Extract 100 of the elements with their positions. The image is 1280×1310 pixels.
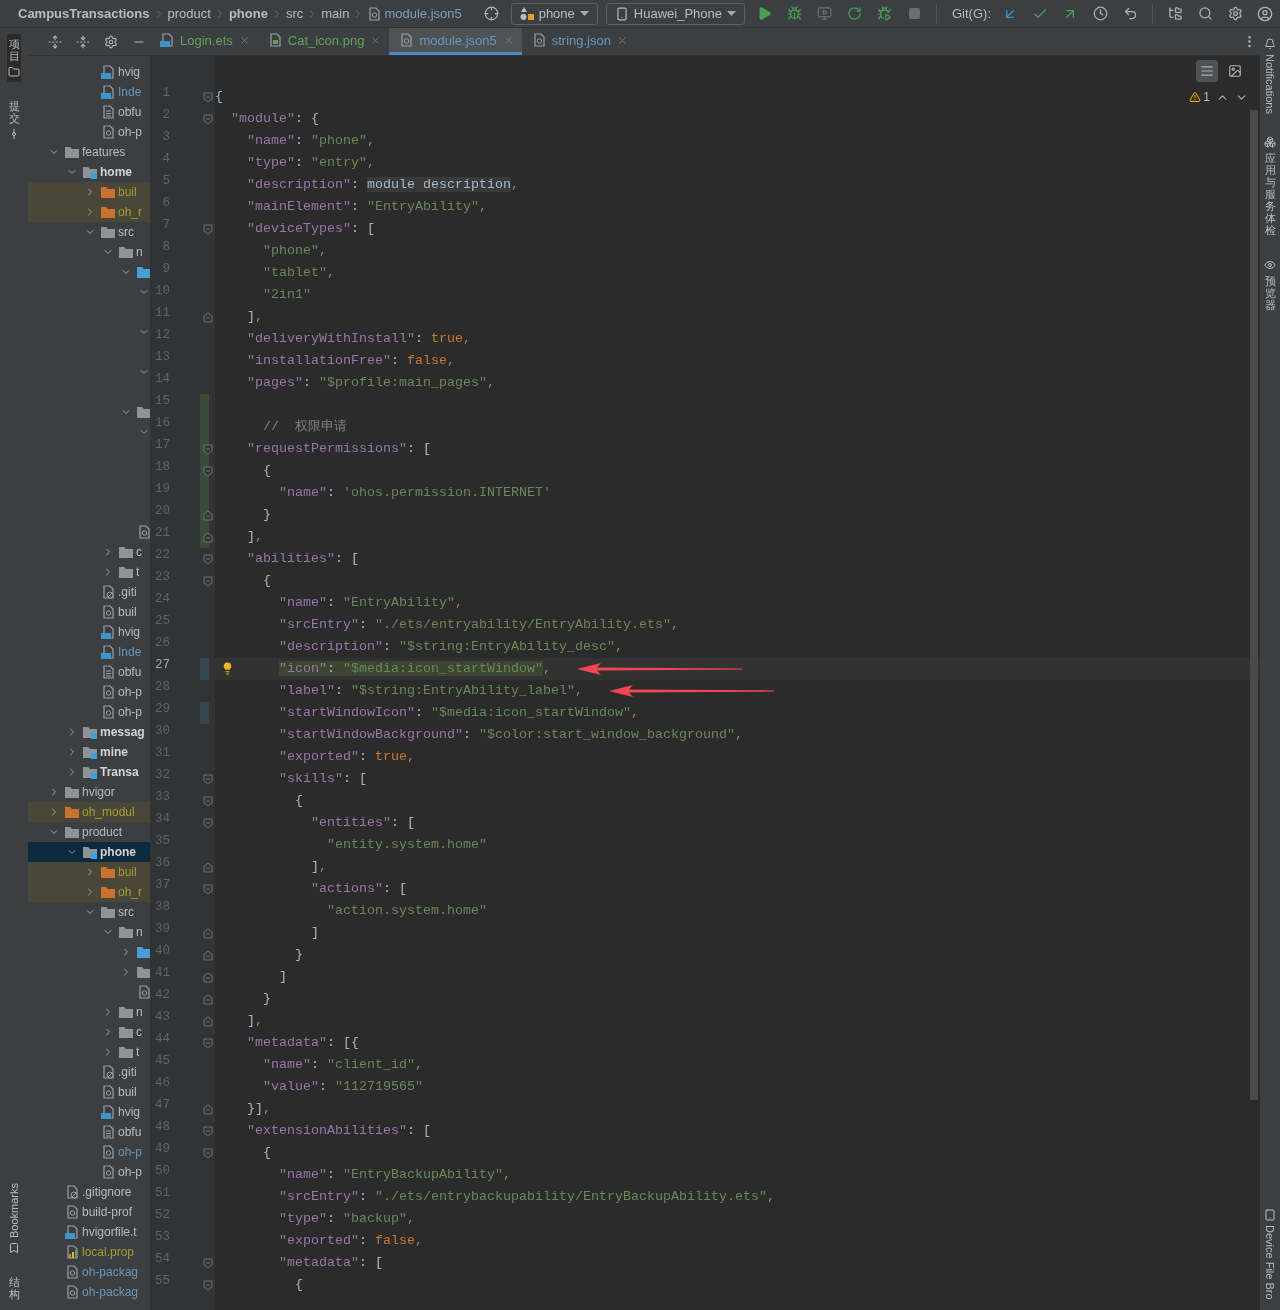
reader-mode-icon[interactable]	[1196, 60, 1218, 82]
tree-item[interactable]: t	[28, 562, 150, 582]
breadcrumb-item[interactable]: product	[167, 6, 211, 21]
fold-icon[interactable]	[203, 818, 213, 829]
tree-item[interactable]: oh-p	[28, 682, 150, 702]
tree-item[interactable]: hvigorfile.t	[28, 1222, 150, 1242]
tree-item[interactable]: c	[28, 542, 150, 562]
fold-icon[interactable]	[203, 796, 213, 807]
tree-item[interactable]: hvig	[28, 622, 150, 642]
tree-item[interactable]: hvigor	[28, 782, 150, 802]
tree-item[interactable]: buil	[28, 182, 150, 202]
fold-icon[interactable]	[203, 1126, 213, 1137]
fold-icon[interactable]	[203, 862, 213, 873]
close-icon[interactable]	[370, 34, 382, 46]
tree-item[interactable]: home	[28, 162, 150, 182]
close-icon[interactable]	[616, 34, 628, 46]
tool-window-button[interactable]: 应用与服务体检	[1263, 131, 1277, 241]
tree-item[interactable]: oh_r	[28, 202, 150, 222]
tool-window-button[interactable]: 提交	[7, 96, 21, 145]
tool-window-button[interactable]: Bookmarks	[7, 1178, 21, 1258]
tree-item[interactable]: hvig	[28, 1102, 150, 1122]
breadcrumb-item[interactable]: phone	[228, 6, 268, 21]
device-dropdown[interactable]: Huawei_Phone	[605, 2, 745, 25]
breadcrumb-item[interactable]: module.json5	[384, 6, 462, 21]
fold-icon[interactable]	[203, 1038, 213, 1049]
tree-item[interactable]: build-prof	[28, 1202, 150, 1222]
tree-item[interactable]: .giti	[28, 582, 150, 602]
fold-icon[interactable]	[203, 972, 213, 983]
tree-item[interactable]: Transa	[28, 762, 150, 782]
fold-icon[interactable]	[203, 994, 213, 1005]
config-dropdown[interactable]: phone	[510, 2, 598, 25]
tree-item[interactable]: buil	[28, 862, 150, 882]
tree-item[interactable]: oh_modul	[28, 802, 150, 822]
fold-icon[interactable]	[203, 928, 213, 939]
tree-item[interactable]: Inde	[28, 82, 150, 102]
scrollbar-thumb[interactable]	[1250, 110, 1258, 1100]
tool-window-button[interactable]: Device File Bro	[1263, 1205, 1277, 1304]
tree-item[interactable]: Inde	[28, 642, 150, 662]
close-icon[interactable]	[238, 34, 250, 46]
tree-item[interactable]: oh-p	[28, 1142, 150, 1162]
tree-item[interactable]: oh-packag	[28, 1282, 150, 1302]
fold-icon[interactable]	[203, 774, 213, 785]
lightbulb-icon[interactable]	[221, 662, 234, 675]
tree-item[interactable]: obfu	[28, 662, 150, 682]
editor-tab[interactable]: Login.ets	[150, 28, 258, 55]
tree-item[interactable]: oh-p	[28, 1162, 150, 1182]
fold-icon[interactable]	[203, 1280, 213, 1291]
fold-icon[interactable]	[203, 1258, 213, 1269]
tool-window-button[interactable]: 预览器	[1263, 254, 1277, 315]
fold-icon[interactable]	[203, 114, 213, 125]
tree-item[interactable]: local.prop	[28, 1242, 150, 1262]
editor-tab[interactable]: string.json	[521, 28, 636, 55]
breadcrumb-item[interactable]: src	[285, 6, 304, 21]
tree-item[interactable]: hvig	[28, 62, 150, 82]
config-file-icon	[101, 1145, 115, 1159]
fold-icon[interactable]	[203, 576, 213, 587]
tree-item[interactable]: src	[28, 222, 150, 242]
tool-window-button[interactable]: 结构	[7, 1271, 21, 1304]
warning-count[interactable]: 1	[1189, 90, 1210, 104]
fold-icon[interactable]	[203, 884, 213, 895]
fold-icon[interactable]	[203, 1016, 213, 1027]
fold-icon[interactable]	[203, 1148, 213, 1159]
fold-icon[interactable]	[203, 312, 213, 323]
tree-item[interactable]: product	[28, 822, 150, 842]
tool-window-button[interactable]: 项目	[7, 34, 21, 83]
tree-item[interactable]: .gitignore	[28, 1182, 150, 1202]
tree-item[interactable]: mine	[28, 742, 150, 762]
editor-tab[interactable]: Cat_icon.png	[257, 28, 390, 55]
fold-icon[interactable]	[203, 224, 213, 235]
tree-item[interactable]: t	[28, 1042, 150, 1062]
tree-item[interactable]: features	[28, 142, 150, 162]
tree-item[interactable]: obfu	[28, 102, 150, 122]
tree-item[interactable]: n	[28, 922, 150, 942]
code-line: {	[294, 1276, 303, 1294]
fold-icon[interactable]	[203, 92, 213, 103]
tree-item[interactable]: oh-p	[28, 702, 150, 722]
tree-item[interactable]: .giti	[28, 1062, 150, 1082]
fold-icon[interactable]	[203, 532, 213, 543]
tree-item[interactable]: c	[28, 1022, 150, 1042]
tree-item[interactable]: oh-p	[28, 122, 150, 142]
fold-icon[interactable]	[203, 444, 213, 455]
tree-item[interactable]: buil	[28, 1082, 150, 1102]
tool-window-button[interactable]: Notifications	[1263, 34, 1277, 118]
tree-item[interactable]: oh-packag	[28, 1262, 150, 1282]
fold-icon[interactable]	[203, 950, 213, 961]
tree-item[interactable]: oh_r	[28, 882, 150, 902]
fold-icon[interactable]	[203, 1104, 213, 1115]
tree-item[interactable]: obfu	[28, 1122, 150, 1142]
close-icon[interactable]	[502, 34, 514, 46]
fold-icon[interactable]	[203, 466, 213, 477]
tree-item[interactable]: phone	[28, 842, 150, 862]
breadcrumb-item[interactable]: main	[321, 6, 350, 21]
tree-item[interactable]: n	[28, 1002, 150, 1022]
tree-item[interactable]: buil	[28, 602, 150, 622]
fold-icon[interactable]	[203, 510, 213, 521]
tree-item[interactable]: n	[28, 242, 150, 262]
tree-item[interactable]: src	[28, 902, 150, 922]
breadcrumb-item[interactable]: CampusTransactions	[18, 6, 150, 21]
fold-icon[interactable]	[203, 554, 213, 565]
tree-item[interactable]: messag	[28, 722, 150, 742]
